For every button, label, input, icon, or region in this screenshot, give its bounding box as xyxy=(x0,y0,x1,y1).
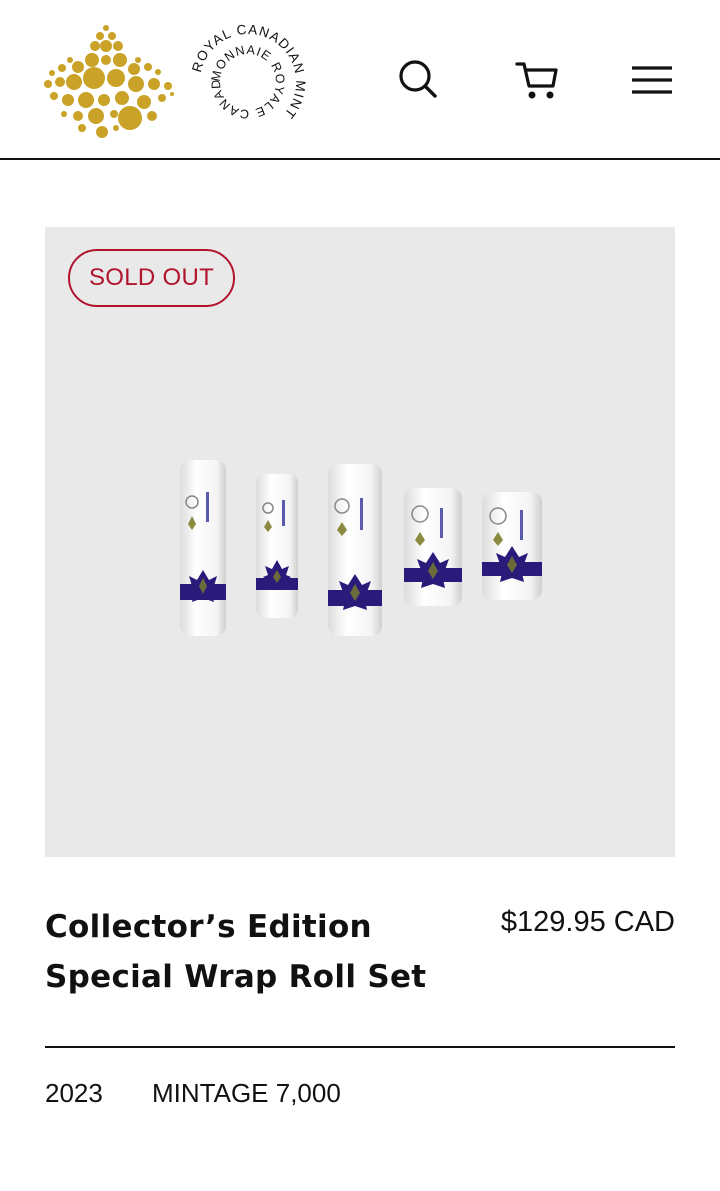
divider xyxy=(45,1046,675,1048)
coin-roll xyxy=(256,474,298,618)
product-title-line1: Collector’s Edition xyxy=(45,909,372,945)
product-title[interactable]: Collector’s Edition Special Wrap Roll Se… xyxy=(45,902,465,1002)
coin-roll xyxy=(482,492,542,600)
hamburger-menu-icon xyxy=(632,66,672,94)
cart-button[interactable] xyxy=(513,56,561,104)
coin-roll xyxy=(180,460,226,636)
product-meta: 2023 MINTAGE 7,000 xyxy=(45,1074,341,1112)
svg-text:ROYAL CANADIAN MINT: ROYAL CANADIAN MINT xyxy=(189,22,308,122)
cart-icon xyxy=(515,62,558,99)
coin-roll xyxy=(404,488,462,606)
logo-ring-text-top: ROYAL CANADIAN MINT xyxy=(189,22,307,122)
search-icon xyxy=(399,60,437,98)
product-title-line2: Special Wrap Roll Set xyxy=(45,959,427,995)
maple-leaf-logo-icon[interactable] xyxy=(40,20,180,140)
product-mintage: MINTAGE 7,000 xyxy=(152,1078,341,1108)
search-button[interactable] xyxy=(393,56,441,104)
product-price: $129.95 CAD xyxy=(500,906,675,938)
coin-wrap-rolls-image xyxy=(180,460,542,636)
menu-button[interactable] xyxy=(628,56,676,104)
product-year: 2023 xyxy=(45,1078,103,1108)
coin-roll xyxy=(328,464,382,636)
site-header: ROYAL CANADIAN MINT MONNAIE ROYALE CANAD… xyxy=(0,0,720,160)
sold-out-badge: SOLD OUT xyxy=(68,249,236,307)
mint-wordmark-logo[interactable]: ROYAL CANADIAN MINT MONNAIE ROYALE CANAD… xyxy=(181,9,310,144)
product-image[interactable]: SOLD OUT xyxy=(45,227,675,857)
